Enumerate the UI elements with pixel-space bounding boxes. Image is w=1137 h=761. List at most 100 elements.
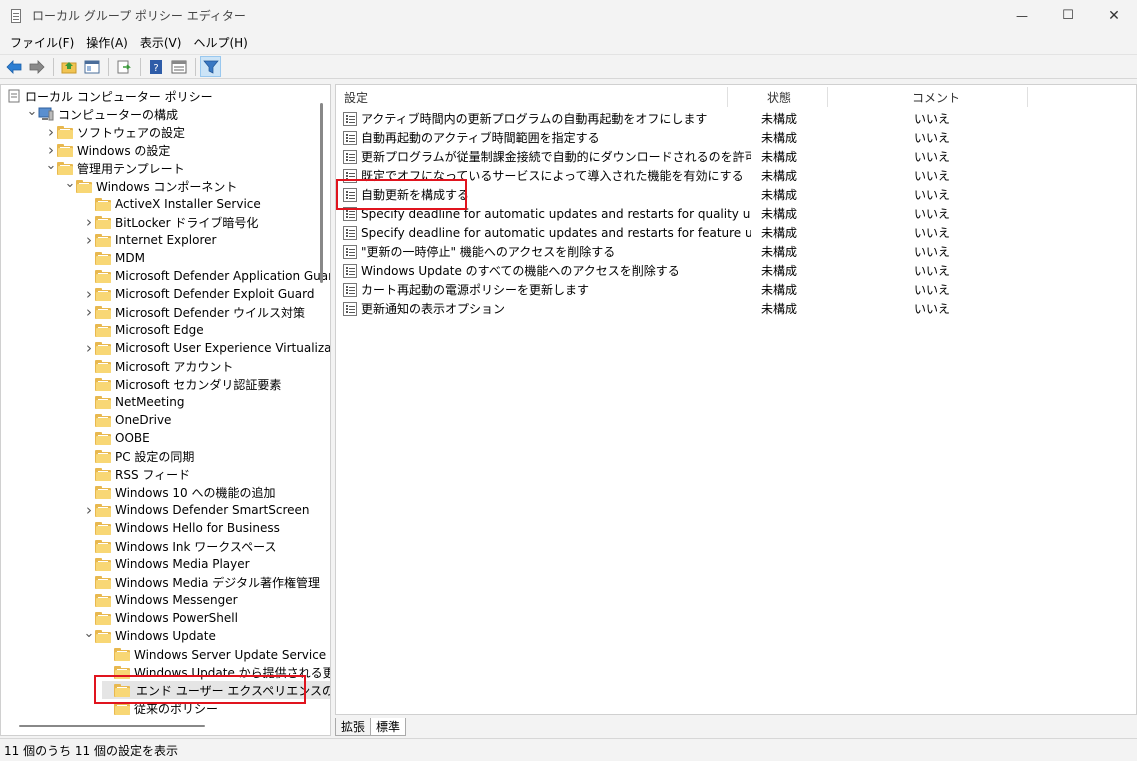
tree-item[interactable]: MDM bbox=[83, 249, 145, 267]
tab-extended[interactable]: 拡張 bbox=[335, 718, 372, 736]
tree-item[interactable]: Windows Media Player bbox=[83, 555, 250, 573]
show-hide-tree-button[interactable] bbox=[81, 56, 102, 77]
setting-row[interactable]: Specify deadline for automatic updates a… bbox=[336, 223, 1136, 242]
help-button[interactable]: ? bbox=[145, 56, 166, 77]
setting-row[interactable]: アクティブ時間内の更新プログラムの自動再起動をオフにします 未構成 いいえ bbox=[336, 109, 1136, 128]
folder-icon bbox=[95, 215, 111, 229]
tree-item[interactable]: Microsoft Edge bbox=[83, 321, 204, 339]
tree-item[interactable]: › Windows Defender SmartScreen bbox=[83, 501, 310, 519]
tree-item-label: ローカル コンピューター ポリシー bbox=[25, 89, 213, 104]
chevron-down-icon[interactable]: ⌄ bbox=[83, 624, 95, 642]
tree-item[interactable]: › BitLocker ドライブ暗号化 bbox=[83, 213, 258, 231]
column-divider[interactable] bbox=[727, 87, 728, 107]
setting-row[interactable]: Windows Update のすべての機能へのアクセスを削除する 未構成 いいえ bbox=[336, 261, 1136, 280]
setting-comment: いいえ bbox=[914, 264, 951, 278]
menu-file[interactable]: ファイル(F) bbox=[4, 34, 80, 51]
tree-item[interactable]: PC 設定の同期 bbox=[83, 447, 194, 465]
menu-help[interactable]: ヘルプ(H) bbox=[187, 34, 253, 51]
tree-item[interactable]: Windows Server Update Service から提 bbox=[102, 645, 330, 663]
back-button[interactable] bbox=[3, 56, 24, 77]
tree-item[interactable]: Windows 10 への機能の追加 bbox=[83, 483, 275, 501]
forward-button[interactable] bbox=[26, 56, 47, 77]
setting-comment: いいえ bbox=[914, 226, 951, 240]
export-list-button[interactable] bbox=[113, 56, 134, 77]
chevron-down-icon[interactable]: ⌄ bbox=[64, 174, 76, 192]
setting-row[interactable]: カート再起動の電源ポリシーを更新します 未構成 いいえ bbox=[336, 280, 1136, 299]
tree-item[interactable]: Windows PowerShell bbox=[83, 609, 238, 627]
forward-arrow-icon bbox=[29, 59, 45, 74]
setting-comment: いいえ bbox=[914, 188, 951, 202]
properties-icon bbox=[171, 60, 186, 73]
column-header-state[interactable]: 状態 bbox=[767, 85, 791, 109]
tree-item[interactable]: Windows Messenger bbox=[83, 591, 238, 609]
tree-item[interactable]: › Microsoft Defender ウイルス対策 bbox=[83, 303, 305, 321]
setting-row[interactable]: 自動更新を構成する 未構成 いいえ bbox=[336, 185, 1136, 204]
setting-name: 既定でオフになっているサービスによって導入された機能を有効にする bbox=[361, 169, 744, 183]
chevron-down-icon[interactable]: ⌄ bbox=[45, 156, 57, 174]
tree-item-label: Windows Hello for Business bbox=[115, 521, 280, 535]
tree-item-selected[interactable]: エンド ユーザー エクスペリエンスの管理 bbox=[102, 681, 330, 699]
folder-icon bbox=[95, 593, 111, 607]
chevron-right-icon[interactable]: › bbox=[83, 303, 95, 321]
tree-item[interactable]: ⌄ Windows コンポーネント bbox=[64, 174, 238, 195]
tree-item[interactable]: › Internet Explorer bbox=[83, 231, 216, 249]
filter-button[interactable] bbox=[200, 56, 221, 77]
tree-item[interactable]: Windows Update から提供される更新プ bbox=[102, 663, 330, 681]
tree-item[interactable]: › Windows の設定 bbox=[45, 141, 170, 159]
chevron-right-icon[interactable]: › bbox=[83, 285, 95, 303]
chevron-right-icon[interactable]: › bbox=[83, 501, 95, 519]
tree-item[interactable]: Microsoft アカウント bbox=[83, 357, 233, 375]
tree-item-label: Windows Ink ワークスペース bbox=[115, 539, 277, 554]
setting-row[interactable]: 自動再起動のアクティブ時間範囲を指定する 未構成 いいえ bbox=[336, 128, 1136, 147]
chevron-right-icon[interactable]: › bbox=[83, 339, 95, 357]
up-folder-button[interactable] bbox=[58, 56, 79, 77]
settings-list-pane[interactable]: 設定 状態 コメント アクティブ時間内の更新プログラムの自動再起動をオフにします… bbox=[335, 84, 1137, 715]
setting-row[interactable]: "更新の一時停止" 機能へのアクセスを削除する 未構成 いいえ bbox=[336, 242, 1136, 261]
tree-item[interactable]: Windows Hello for Business bbox=[83, 519, 280, 537]
column-divider[interactable] bbox=[1027, 87, 1028, 107]
tree-item[interactable]: 従来のポリシー bbox=[102, 699, 218, 717]
chevron-down-icon[interactable]: ⌄ bbox=[26, 102, 38, 120]
tree-item[interactable]: RSS フィード bbox=[83, 465, 190, 483]
setting-row[interactable]: Specify deadline for automatic updates a… bbox=[336, 204, 1136, 223]
properties-button[interactable] bbox=[168, 56, 189, 77]
tree-horizontal-scrollbar[interactable] bbox=[19, 725, 205, 727]
tree-item[interactable]: ⌄ コンピューターの構成 bbox=[26, 102, 178, 123]
tree-item[interactable]: OOBE bbox=[83, 429, 150, 447]
column-divider[interactable] bbox=[827, 87, 828, 107]
tree-item[interactable]: › Microsoft User Experience Virtualizatio… bbox=[83, 339, 330, 357]
column-header-comment[interactable]: コメント bbox=[912, 85, 960, 109]
tree-item[interactable]: Microsoft Defender Application Guard bbox=[83, 267, 330, 285]
tree-item[interactable]: ActiveX Installer Service bbox=[83, 195, 261, 213]
setting-row[interactable]: 更新プログラムが従量制課金接続で自動的にダウンロードされるのを許可する 未構成 いい… bbox=[336, 147, 1136, 166]
tree-item[interactable]: › ソフトウェアの設定 bbox=[45, 123, 185, 141]
tab-standard[interactable]: 標準 bbox=[370, 718, 407, 736]
close-button[interactable]: ✕ bbox=[1091, 0, 1137, 31]
tree-item[interactable]: OneDrive bbox=[83, 411, 171, 429]
tree-pane[interactable]: ローカル コンピューター ポリシー ⌄ コンピューターの構成 › ソフトウェアの設定 › W… bbox=[0, 84, 331, 736]
setting-row[interactable]: 更新通知の表示オプション 未構成 いいえ bbox=[336, 299, 1136, 318]
policy-setting-icon bbox=[343, 244, 357, 259]
menu-view[interactable]: 表示(V) bbox=[134, 34, 188, 51]
column-header-setting[interactable]: 設定 bbox=[344, 85, 368, 109]
setting-name: 自動再起動のアクティブ時間範囲を指定する bbox=[361, 131, 600, 145]
tree-item[interactable]: › Microsoft Defender Exploit Guard bbox=[83, 285, 314, 303]
tree-item[interactable]: Windows Ink ワークスペース bbox=[83, 537, 277, 555]
tree-vertical-scrollbar[interactable] bbox=[320, 103, 323, 283]
menu-action[interactable]: 操作(A) bbox=[80, 34, 134, 51]
tree-item[interactable]: ⌄ Windows Update bbox=[83, 624, 216, 645]
maximize-button[interactable]: ☐ bbox=[1045, 0, 1091, 31]
minimize-button[interactable]: — bbox=[999, 0, 1045, 31]
setting-row[interactable]: 既定でオフになっているサービスによって導入された機能を有効にする 未構成 いいえ bbox=[336, 166, 1136, 185]
tree-item[interactable]: NetMeeting bbox=[83, 393, 184, 411]
chevron-right-icon[interactable]: › bbox=[83, 231, 95, 249]
chevron-right-icon[interactable]: › bbox=[45, 123, 57, 141]
chevron-right-icon[interactable]: › bbox=[83, 213, 95, 231]
tree-item[interactable]: Windows Media デジタル著作権管理 bbox=[83, 573, 320, 591]
tree-item[interactable]: Microsoft セカンダリ認証要素 bbox=[83, 375, 281, 393]
setting-comment: いいえ bbox=[914, 283, 951, 297]
